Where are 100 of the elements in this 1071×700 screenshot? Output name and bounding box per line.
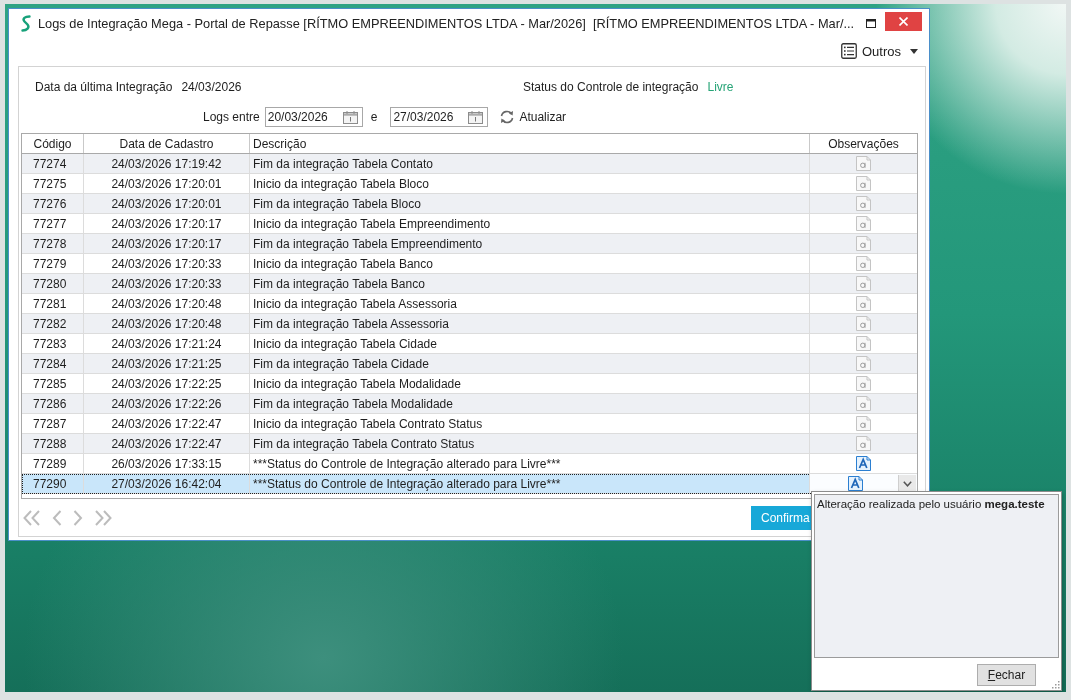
calendar-icon[interactable]: [468, 110, 484, 124]
table-cell: 24/03/2026 17:20:01: [84, 194, 250, 213]
end-date-field[interactable]: 27/03/2026: [390, 107, 489, 127]
table-row[interactable]: 77279 24/03/2026 17:20:33 Inicio da integração Tabela Banco: [22, 254, 917, 274]
empty-note-icon[interactable]: [856, 316, 871, 331]
table-row[interactable]: 77276 24/03/2026 17:20:01 Fim da integração Tabela Bloco: [22, 194, 917, 214]
note-text-area[interactable]: Alteração realizada pelo usuário mega.teste: [814, 494, 1059, 658]
table-cell: 77288: [22, 434, 84, 453]
window-title: Logs de Integração Mega - Portal de Repasse [RÍTMO EMPREENDIMENTOS LTDA - Mar/2026] [RÍTMO EMPREENDIMENTOS LTDA - Mar/...: [38, 16, 855, 31]
table-cell: 77274: [22, 154, 84, 173]
resize-grip-icon[interactable]: [1051, 680, 1060, 689]
empty-note-icon[interactable]: [856, 416, 871, 431]
table-cell: Inicio da integração Tabela Empreendimento: [250, 214, 810, 233]
table-cell: 77289: [22, 454, 84, 473]
table-cell: 77280: [22, 274, 84, 293]
range-separator: e: [370, 110, 378, 124]
table-cell: 77277: [22, 214, 84, 233]
refresh-icon: [499, 110, 516, 124]
column-header[interactable]: Observações: [810, 134, 917, 153]
empty-note-icon[interactable]: [856, 256, 871, 271]
empty-note-icon[interactable]: [856, 196, 871, 211]
table-cell: Fim da integração Tabela Empreendimento: [250, 234, 810, 253]
table-row[interactable]: 77281 24/03/2026 17:20:48 Inicio da integração Tabela Assessoria: [22, 294, 917, 314]
column-header[interactable]: Descrição: [250, 134, 810, 153]
empty-note-icon[interactable]: [856, 376, 871, 391]
table-row[interactable]: 77290 27/03/2026 16:42:04 ***Status do Controle de Integração alterado para Livre***: [22, 474, 917, 494]
table-cell: Fim da integração Tabela Modalidade: [250, 394, 810, 413]
empty-note-icon[interactable]: [856, 296, 871, 311]
note-icon[interactable]: [856, 456, 871, 471]
table-row[interactable]: 77278 24/03/2026 17:20:17 Fim da integração Tabela Empreendimento: [22, 234, 917, 254]
table-cell: Inicio da integração Tabela Cidade: [250, 334, 810, 353]
calendar-icon[interactable]: [342, 110, 358, 124]
table-cell: 77287: [22, 414, 84, 433]
table-row[interactable]: 77285 24/03/2026 17:22:25 Inicio da integração Tabela Modalidade: [22, 374, 917, 394]
column-header[interactable]: Código: [22, 134, 84, 153]
table-row[interactable]: 77289 26/03/2026 17:33:15 ***Status do Controle de Integração alterado para Livre***: [22, 454, 917, 474]
table-row[interactable]: 77274 24/03/2026 17:19:42 Fim da integração Tabela Contato: [22, 154, 917, 174]
observation-cell[interactable]: [810, 474, 917, 493]
close-icon: [899, 17, 908, 26]
table-row[interactable]: 77275 24/03/2026 17:20:01 Inicio da integração Tabela Bloco: [22, 174, 917, 194]
empty-note-icon[interactable]: [856, 156, 871, 171]
empty-note-icon[interactable]: [856, 236, 871, 251]
table-cell: 24/03/2026 17:20:01: [84, 174, 250, 193]
empty-note-icon[interactable]: [856, 356, 871, 371]
table-cell: 77282: [22, 314, 84, 333]
table-row[interactable]: 77284 24/03/2026 17:21:25 Fim da integração Tabela Cidade: [22, 354, 917, 374]
empty-note-icon[interactable]: [856, 336, 871, 351]
table-cell: 77286: [22, 394, 84, 413]
table-cell: ***Status do Controle de Integração alterado para Livre***: [250, 454, 810, 473]
table-cell: 77290: [22, 474, 84, 493]
table-cell: 24/03/2026 17:21:24: [84, 334, 250, 353]
table-cell: 77284: [22, 354, 84, 373]
maximize-icon[interactable]: [866, 19, 876, 28]
table-row[interactable]: 77277 24/03/2026 17:20:17 Inicio da integração Tabela Empreendimento: [22, 214, 917, 234]
table-cell: 24/03/2026 17:20:17: [84, 234, 250, 253]
table-cell: 24/03/2026 17:21:25: [84, 354, 250, 373]
start-date-field[interactable]: 20/03/2026: [264, 107, 363, 127]
table-cell: 27/03/2026 16:42:04: [84, 474, 250, 493]
note-icon[interactable]: [848, 476, 863, 491]
dropdown-button[interactable]: [898, 474, 916, 493]
table-cell: 77278: [22, 234, 84, 253]
empty-note-icon[interactable]: [856, 396, 871, 411]
chevron-down-icon: [903, 480, 912, 487]
empty-note-icon[interactable]: [856, 436, 871, 451]
table-cell: 24/03/2026 17:20:33: [84, 254, 250, 273]
empty-note-icon[interactable]: [856, 176, 871, 191]
caret-icon: [910, 48, 918, 54]
table-row[interactable]: 77287 24/03/2026 17:22:47 Inicio da integração Tabela Contrato Status: [22, 414, 917, 434]
table-cell: 24/03/2026 17:20:48: [84, 314, 250, 333]
table-cell: 77279: [22, 254, 84, 273]
table-row[interactable]: 77286 24/03/2026 17:22:26 Fim da integração Tabela Modalidade: [22, 394, 917, 414]
others-menu-button[interactable]: Outros: [841, 43, 918, 59]
table-row[interactable]: 77280 24/03/2026 17:20:33 Fim da integração Tabela Banco: [22, 274, 917, 294]
table-cell: Inicio da integração Tabela Bloco: [250, 174, 810, 193]
table-cell: Fim da integração Tabela Assessoria: [250, 314, 810, 333]
column-header[interactable]: Data de Cadastro: [84, 134, 250, 153]
table-row[interactable]: 77283 24/03/2026 17:21:24 Inicio da integração Tabela Cidade: [22, 334, 917, 354]
table-cell: Fim da integração Tabela Bloco: [250, 194, 810, 213]
status-label: Status do Controle de integração: [523, 80, 699, 94]
close-popup-button[interactable]: Fechar: [977, 664, 1036, 686]
empty-note-icon[interactable]: [856, 216, 871, 231]
empty-note-icon[interactable]: [856, 276, 871, 291]
last-integration-label: Data da última Integração: [35, 80, 173, 94]
table-cell: 24/03/2026 17:22:47: [84, 434, 250, 453]
table-cell: 24/03/2026 17:20:48: [84, 294, 250, 313]
table-row[interactable]: 77282 24/03/2026 17:20:48 Fim da integração Tabela Assessoria: [22, 314, 917, 334]
table-cell: 77283: [22, 334, 84, 353]
close-button[interactable]: [885, 12, 922, 31]
logo-icon: [20, 15, 32, 32]
table-cell: Inicio da integração Tabela Assessoria: [250, 294, 810, 313]
table-cell: Fim da integração Tabela Banco: [250, 274, 810, 293]
table-cell: Fim da integração Tabela Cidade: [250, 354, 810, 373]
table-cell: 24/03/2026 17:19:42: [84, 154, 250, 173]
table-row[interactable]: 77288 24/03/2026 17:22:47 Fim da integração Tabela Contrato Status: [22, 434, 917, 454]
table-cell: 24/03/2026 17:20:33: [84, 274, 250, 293]
status-value: Livre: [707, 80, 734, 94]
refresh-button[interactable]: Atualizar: [499, 110, 567, 124]
table-cell: 24/03/2026 17:22:47: [84, 414, 250, 433]
table-cell: 77276: [22, 194, 84, 213]
table-cell: Fim da integração Tabela Contato: [250, 154, 810, 173]
